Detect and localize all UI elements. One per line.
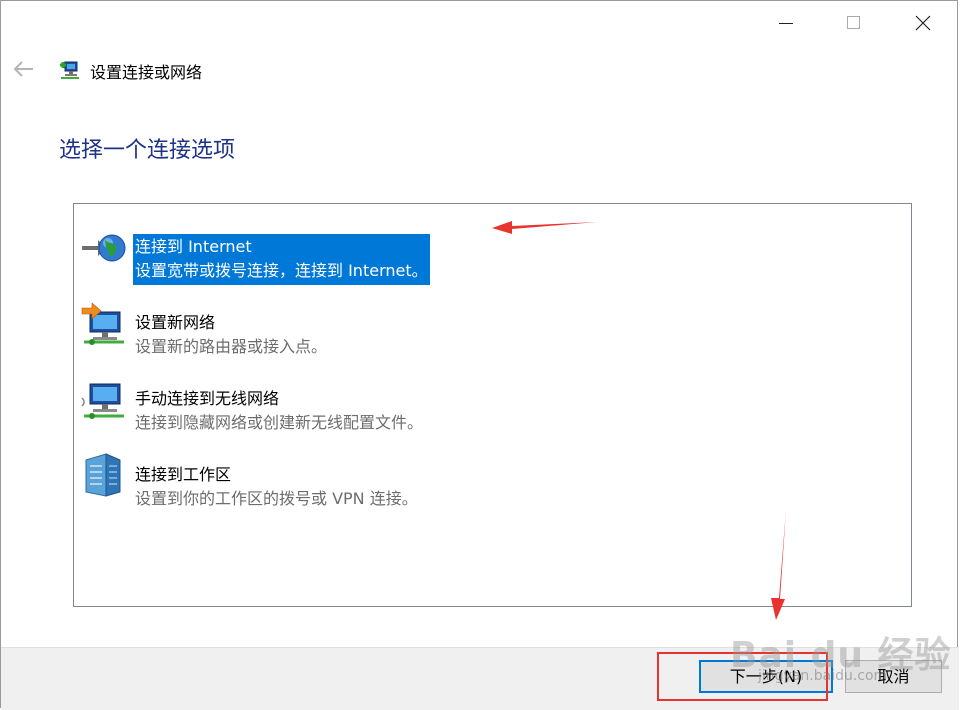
watermark-url: jingyan.baidu.com [758,668,888,684]
annotation-arrow-left [492,221,597,234]
annotation-arrow-down [771,510,786,620]
annotation-arrows [492,221,786,620]
